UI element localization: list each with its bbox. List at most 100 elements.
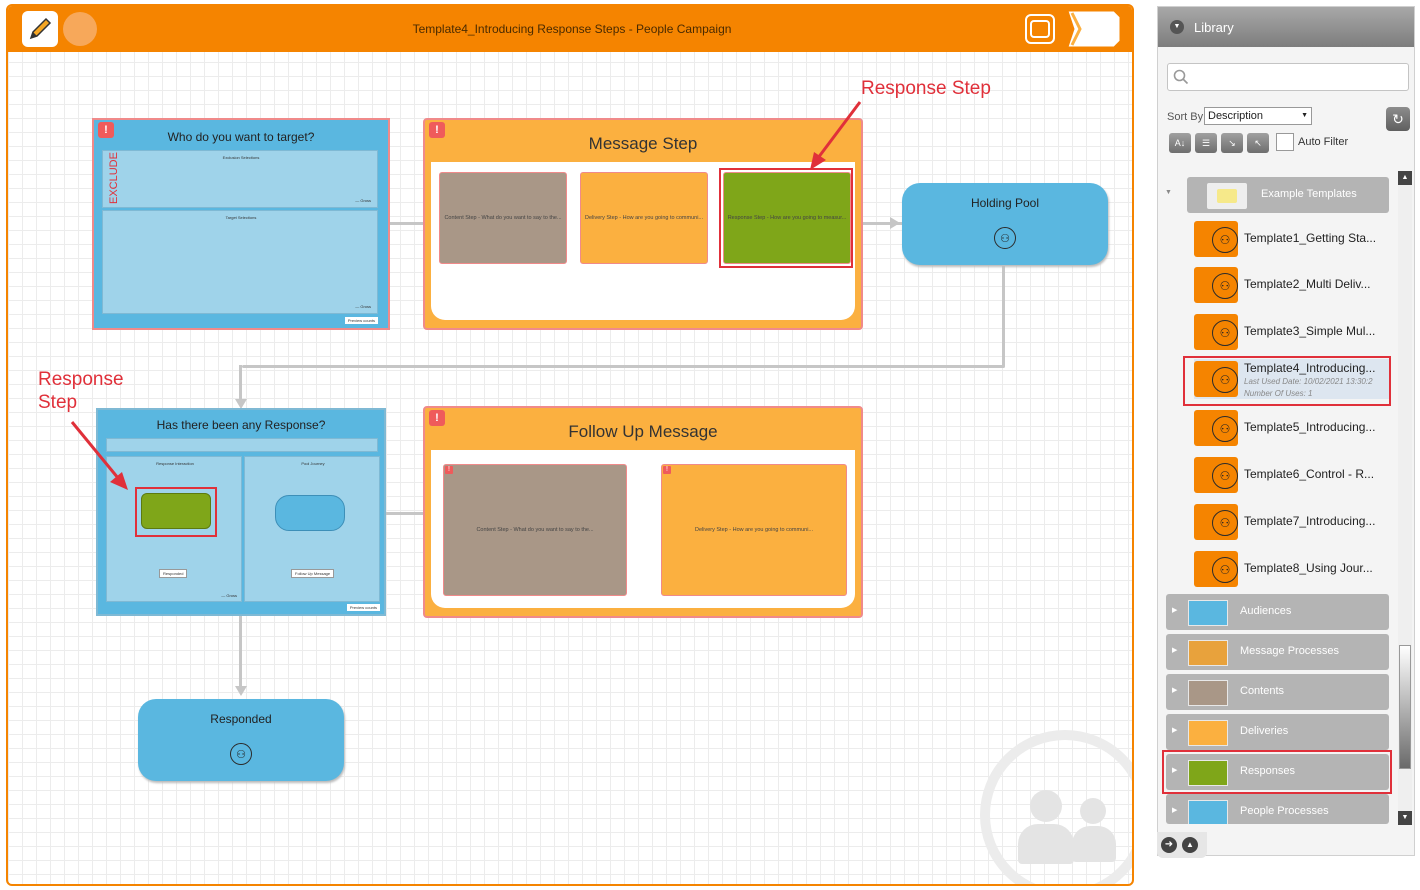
target-panel[interactable]: Target Selections — Gross — [102, 210, 378, 314]
pool-journey-label: Pool Journey — [301, 461, 325, 466]
template-label: Template7_Introducing... — [1244, 514, 1376, 528]
collapse-icon[interactable]: ▼ — [1170, 20, 1184, 34]
panel-toggle-button[interactable] — [1066, 9, 1122, 49]
refresh-button[interactable]: ↻ — [1386, 107, 1410, 131]
annotation-response-step-left-2: Step — [38, 392, 78, 413]
category-swatch — [1188, 600, 1228, 626]
category-label: Contents — [1240, 685, 1285, 697]
category-people-processes[interactable]: ▶ People Processes — [1166, 794, 1389, 824]
content-step-card[interactable]: Content Step - What do you want to say t… — [443, 464, 627, 596]
sort-alpha-icon: A↓ — [1174, 138, 1186, 148]
scroll-up-icon[interactable]: ▲ — [1398, 171, 1412, 185]
template-label: Template6_Control - R... — [1244, 467, 1375, 481]
forward-arrow-icon[interactable]: ➜ — [1161, 837, 1177, 853]
panel-arrow-icon — [1067, 10, 1121, 48]
arrow-head-icon — [890, 217, 900, 229]
people-icon: ⚇ — [1212, 320, 1238, 346]
folder-example-templates[interactable]: ▼ Example Templates — [1165, 177, 1389, 213]
follow-up-select[interactable]: Follow Up Message — [291, 569, 335, 578]
response-step-highlight — [135, 487, 217, 537]
delivery-step-card[interactable]: Delivery Step - How are you going to com… — [661, 464, 847, 596]
template-label: Template1_Getting Sta... — [1244, 231, 1377, 245]
pool-label: Responded — [210, 712, 272, 726]
gross-count: — Gross — [221, 593, 237, 598]
view-button[interactable] — [1025, 14, 1055, 44]
template-item-3[interactable]: ⚇ Template3_Simple Mul... — [1194, 312, 1390, 352]
arrow-head-icon — [235, 686, 247, 696]
template-label: Template5_Introducing... — [1244, 420, 1376, 434]
selection-input[interactable] — [106, 438, 378, 452]
follow-up-message-step[interactable]: ! Follow Up Message Content Step - What … — [423, 406, 863, 618]
template-item-6[interactable]: ⚇ Template6_Control - R... — [1194, 455, 1390, 495]
template-item-1[interactable]: ⚇ Template1_Getting Sta... — [1194, 219, 1390, 259]
auto-filter-checkbox[interactable] — [1276, 133, 1294, 151]
people-icon: ⚇ — [230, 743, 252, 765]
annotation-response-step-top: Response Step — [861, 78, 991, 99]
content-step-card[interactable]: Content Step - What do you want to say t… — [439, 172, 567, 264]
rectangle-icon — [1030, 20, 1050, 38]
category-swatch — [1188, 800, 1228, 824]
category-audiences[interactable]: ▶ Audiences — [1166, 594, 1389, 630]
scroll-thumb[interactable] — [1399, 645, 1411, 769]
search-icon — [1173, 69, 1189, 85]
chevron-right-icon: ▶ — [1172, 807, 1178, 814]
exclude-label: EXCLUDE — [108, 152, 120, 204]
list-icon: ☰ — [1201, 138, 1211, 148]
category-label: Audiences — [1240, 605, 1292, 617]
expand-button[interactable]: ↘ — [1221, 133, 1243, 153]
template-highlight — [1183, 356, 1391, 406]
sort-alpha-button[interactable]: A↓ — [1169, 133, 1191, 153]
message-step[interactable]: ! Message Step Content Step - What do yo… — [423, 118, 863, 330]
chevron-right-icon: ▶ — [1172, 607, 1178, 614]
template-item-2[interactable]: ⚇ Template2_Multi Deliv... — [1194, 265, 1390, 305]
responded-pool[interactable]: Responded ⚇ — [138, 699, 344, 781]
annotation-arrow-icon — [70, 421, 128, 490]
library-scrollbar[interactable]: ▲ ▼ — [1398, 171, 1412, 825]
people-icon: ⚇ — [1212, 227, 1238, 253]
pool-shape[interactable] — [275, 495, 345, 531]
window-title: Template4_Introducing Response Steps - P… — [412, 22, 732, 36]
template-item-8[interactable]: ⚇ Template8_Using Jour... — [1194, 549, 1390, 589]
preview-counts-button[interactable]: Preview counts — [344, 317, 378, 324]
template-item-7[interactable]: ⚇ Template7_Introducing... — [1194, 502, 1390, 542]
pool-journey-panel[interactable]: Pool Journey Follow Up Message — [244, 456, 380, 602]
message-step-title: Follow Up Message — [568, 422, 718, 441]
chevron-down-icon: ▼ — [1301, 112, 1308, 119]
selection-step-target[interactable]: ! Who do you want to target? EXCLUDE Exc… — [92, 118, 390, 330]
category-swatch — [1188, 720, 1228, 746]
holding-pool[interactable]: Holding Pool ⚇ — [902, 183, 1108, 265]
search-input[interactable] — [1167, 63, 1409, 91]
scroll-down-icon[interactable]: ▼ — [1398, 811, 1412, 825]
list-view-button[interactable]: ☰ — [1195, 133, 1217, 153]
category-label: Deliveries — [1240, 725, 1289, 737]
sort-by-label: Sort By — [1167, 111, 1204, 123]
template-item-5[interactable]: ⚇ Template5_Introducing... — [1194, 408, 1390, 448]
warning-icon: ! — [445, 466, 453, 474]
campaign-canvas[interactable]: Template4_Introducing Response Steps - P… — [6, 4, 1134, 886]
message-step-title: Message Step — [588, 134, 698, 153]
sort-by-select[interactable]: Description ▼ — [1204, 107, 1312, 125]
pin-icon[interactable]: ▲ — [1182, 837, 1198, 853]
template-label: Template2_Multi Deliv... — [1244, 277, 1371, 291]
people-icon: ⚇ — [1212, 416, 1238, 442]
collapse-all-button[interactable]: ↖ — [1247, 133, 1269, 153]
category-swatch — [1188, 680, 1228, 706]
auto-filter-label: Auto Filter — [1298, 136, 1349, 148]
delivery-step-card[interactable]: Delivery Step - How are you going to com… — [580, 172, 708, 264]
gross-count: — Gross — [355, 198, 371, 203]
preview-counts-button[interactable]: Preview counts — [346, 604, 380, 611]
library-title: Library — [1194, 20, 1234, 35]
library-header[interactable]: ▼ Library — [1158, 7, 1414, 47]
category-message-processes[interactable]: ▶ Message Processes — [1166, 634, 1389, 670]
connector — [385, 512, 425, 515]
category-deliveries[interactable]: ▶ Deliveries — [1166, 714, 1389, 750]
exclusion-panel[interactable]: EXCLUDE Exclusion Selections — Gross — [102, 150, 378, 208]
responded-select[interactable]: Responded — [159, 569, 188, 578]
sort-by-value: Description — [1208, 110, 1264, 122]
connector — [242, 365, 1005, 368]
people-icon: ⚇ — [1212, 463, 1238, 489]
selection-step-response[interactable]: Has there been any Response? Response In… — [96, 408, 386, 616]
responses-highlight — [1162, 750, 1392, 794]
category-contents[interactable]: ▶ Contents — [1166, 674, 1389, 710]
people-icon: ⚇ — [1212, 557, 1238, 583]
